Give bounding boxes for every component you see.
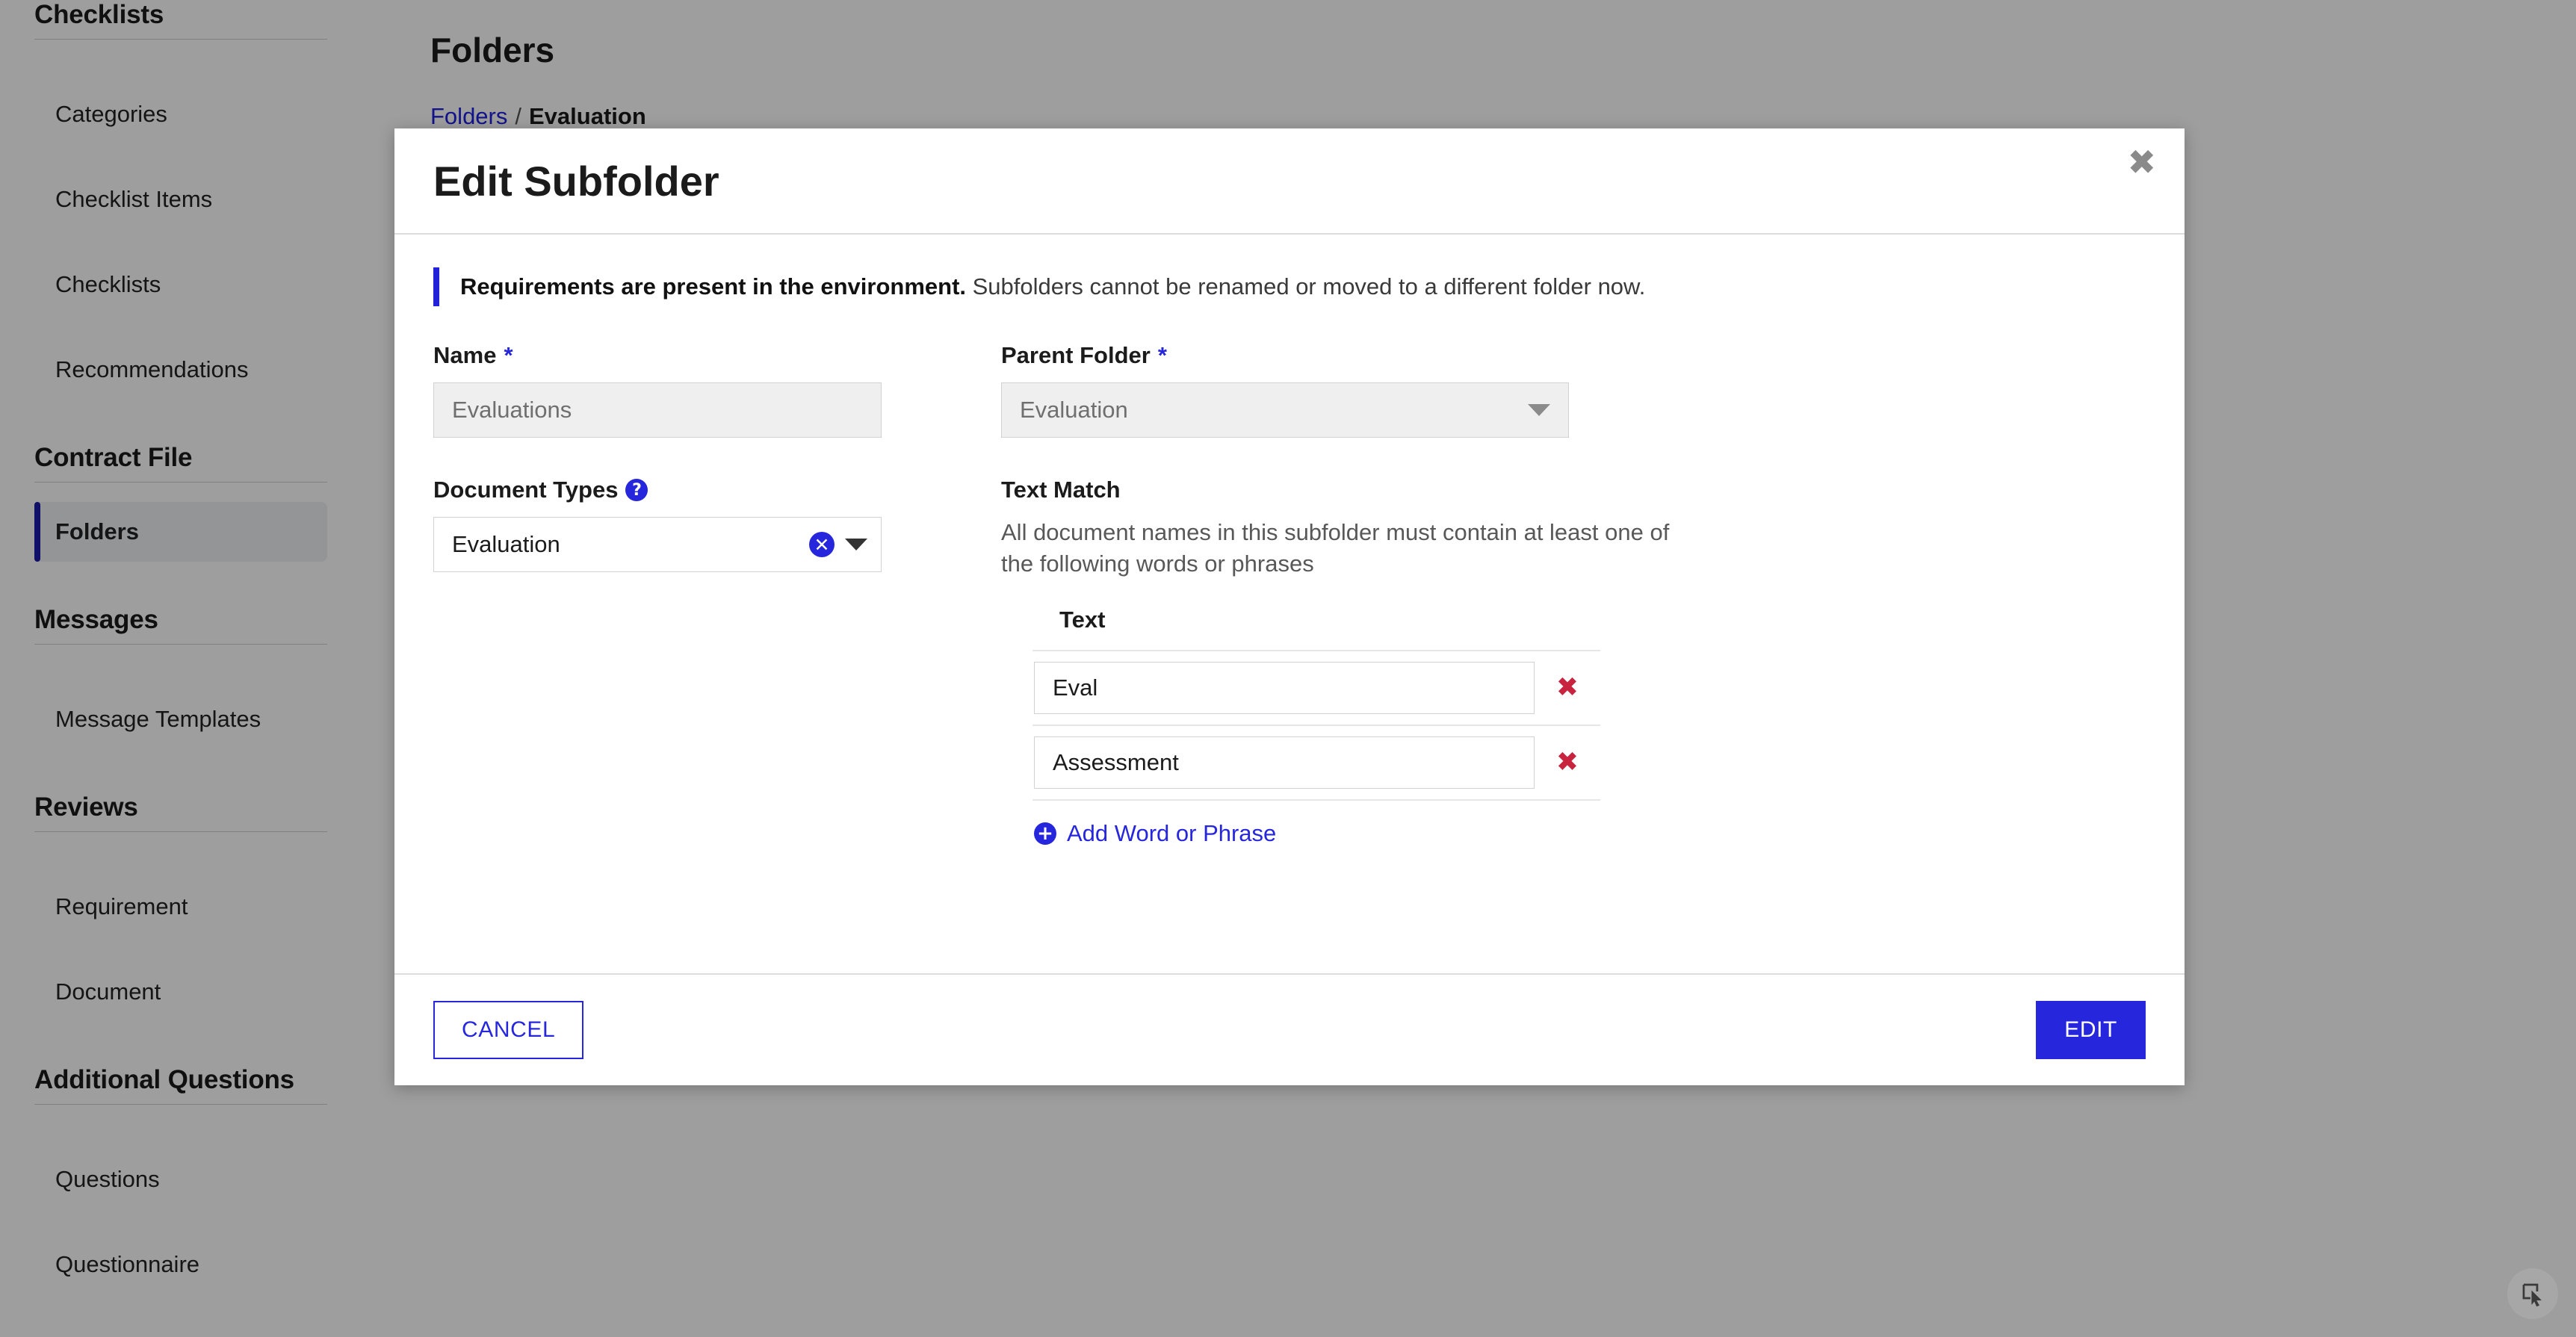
field-label-document-types: Document Types ? — [433, 477, 882, 503]
help-icon[interactable]: ? — [625, 479, 648, 501]
text-match-title: Text Match — [1001, 477, 1121, 503]
field-document-types: Document Types ? Evaluation ✕ — [433, 477, 882, 847]
name-input[interactable]: Evaluations — [433, 382, 882, 438]
text-match-input[interactable]: Assessment — [1034, 736, 1535, 789]
select-area-cursor-icon — [2522, 1283, 2542, 1307]
field-parent-folder: Parent Folder * Evaluation — [1001, 342, 1569, 438]
text-match-section: Text Match All document names in this su… — [1001, 477, 1674, 847]
label-text: Name — [433, 342, 497, 368]
modal-footer: CANCEL EDIT — [394, 973, 2185, 1085]
edit-subfolder-modal: Edit Subfolder ✖ Requirements are presen… — [394, 128, 2185, 1085]
required-marker: * — [1157, 342, 1167, 368]
modal-header: Edit Subfolder ✖ — [394, 128, 2185, 235]
screenshot-select-button[interactable] — [2507, 1268, 2558, 1319]
label-text: Parent Folder — [1001, 342, 1151, 368]
edit-button[interactable]: EDIT — [2036, 1001, 2146, 1059]
modal-body: Requirements are present in the environm… — [394, 235, 2185, 973]
text-match-description: All document names in this subfolder mus… — [1001, 519, 1670, 577]
modal-title: Edit Subfolder — [433, 157, 719, 205]
plus-icon: + — [1034, 822, 1056, 845]
table-row: Eval ✖ — [1032, 651, 1600, 726]
field-label-parent-folder: Parent Folder * — [1001, 342, 1569, 369]
cancel-button[interactable]: CANCEL — [433, 1001, 584, 1059]
field-name: Name * Evaluations — [433, 342, 882, 438]
add-word-or-phrase-label: Add Word or Phrase — [1067, 819, 1277, 846]
document-types-value: Evaluation — [452, 531, 560, 557]
field-label-name: Name * — [433, 342, 882, 369]
form-grid: Name * Evaluations Parent Folder * Evalu… — [433, 342, 2146, 847]
chevron-down-icon — [1528, 404, 1550, 416]
close-icon[interactable]: ✖ — [2127, 145, 2156, 179]
chevron-down-icon — [845, 539, 867, 550]
parent-folder-select[interactable]: Evaluation — [1001, 382, 1569, 438]
required-marker: * — [504, 342, 513, 368]
info-alert: Requirements are present in the environm… — [433, 267, 2146, 306]
table-cell-text: Eval — [1032, 661, 1535, 714]
alert-text: Subfolders cannot be renamed or moved to… — [966, 273, 1646, 300]
table-cell-text: Assessment — [1032, 736, 1535, 789]
text-match-table: Text Eval ✖ Assessment ✖ + Add Word or P… — [1032, 607, 1600, 847]
add-word-or-phrase-button[interactable]: + Add Word or Phrase — [1034, 820, 1600, 847]
clear-icon[interactable]: ✕ — [809, 532, 835, 557]
text-match-input[interactable]: Eval — [1034, 661, 1535, 714]
table-row: Assessment ✖ — [1032, 726, 1600, 801]
delete-row-icon[interactable]: ✖ — [1535, 748, 1600, 776]
alert-strong-text: Requirements are present in the environm… — [460, 273, 967, 300]
table-column-header-text: Text — [1032, 607, 1600, 651]
document-types-select[interactable]: Evaluation ✕ — [433, 517, 882, 572]
label-text: Document Types — [433, 477, 619, 503]
parent-folder-value: Evaluation — [1020, 397, 1128, 423]
delete-row-icon[interactable]: ✖ — [1535, 674, 1600, 701]
